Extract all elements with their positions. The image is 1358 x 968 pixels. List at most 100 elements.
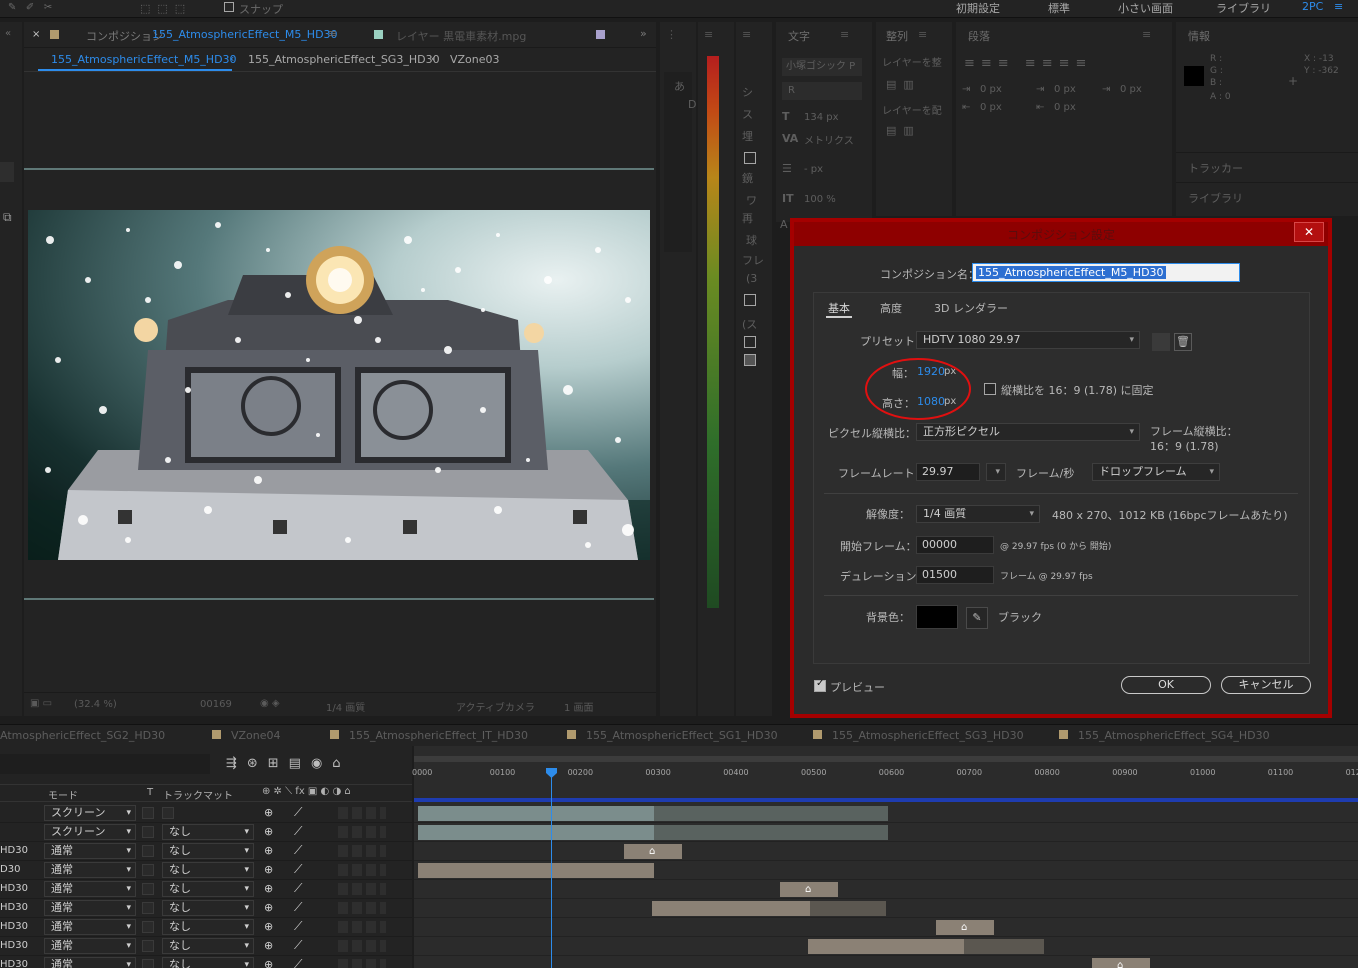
ok-button[interactable]: OK [1121, 676, 1211, 694]
framerate-dropdown[interactable]: ▾ [986, 463, 1006, 481]
delete-preset-icon[interactable]: 🗑 [1174, 333, 1192, 351]
views-select[interactable]: 1 画面 [564, 699, 594, 714]
bg-color-swatch[interactable] [916, 605, 958, 629]
blend-mode-select[interactable]: 通常 ▾ [44, 900, 136, 916]
blend-mode-select[interactable]: 通常 ▾ [44, 843, 136, 859]
workspace-small[interactable]: 小さい画面 [1118, 0, 1173, 16]
cancel-button[interactable]: キャンセル [1221, 676, 1311, 694]
time-ruler[interactable]: 0000 00100 00200 00300 00400 00500 00600 00700 0… [412, 746, 1358, 784]
indent-first-value[interactable]: 0 px [1120, 84, 1142, 95]
more-tabs-icon[interactable]: » [640, 27, 647, 40]
shy-icon[interactable]: ⊕ [264, 863, 273, 876]
workspace-library[interactable]: ライブラリ [1216, 0, 1271, 16]
start-frame-input[interactable]: 00000 [916, 536, 994, 554]
layer-row[interactable]: HD30 通常 ▾ なし ▾ ⊕ ⟋ [0, 937, 412, 956]
trackmatte-select[interactable]: なし ▾ [162, 824, 254, 840]
zoom-value[interactable]: (32.4 %) [74, 699, 117, 710]
trackmatte-select[interactable]: なし ▾ [162, 843, 254, 859]
layer-row[interactable]: HD30 通常 ▾ なし ▾ ⊕ ⟋ [0, 956, 412, 968]
quality-icon[interactable]: ⟋ [294, 957, 302, 968]
quality-icon[interactable]: ⟋ [294, 881, 302, 896]
duration-input[interactable]: 01500 [916, 566, 994, 584]
switch-boxes[interactable] [338, 959, 386, 968]
distribute-buttons[interactable]: ▤ ▥ [886, 124, 914, 137]
layer-row[interactable]: HD30 通常 ▾ なし ▾ ⊕ ⟋ [0, 899, 412, 918]
layer-bar[interactable] [810, 901, 886, 916]
keyframe-icon[interactable]: ⌂ [961, 922, 967, 933]
trackmatte-select[interactable]: なし ▾ [162, 919, 254, 935]
preset-select[interactable]: HDTV 1080 29.97 ▾ [916, 331, 1140, 349]
shy-icon[interactable]: ⊕ [264, 939, 273, 952]
timeline-switch-icons[interactable]: ⇶⊛⊞▤◉⌂ [226, 756, 351, 771]
switch-boxes[interactable] [338, 921, 386, 933]
effects-menu-icon[interactable]: ≡ [742, 28, 751, 41]
switch-boxes[interactable] [338, 807, 386, 819]
layer-bar[interactable] [654, 825, 888, 840]
pixel-aspect-select[interactable]: 正方形ピクセル ▾ [916, 423, 1140, 441]
keyframe-icon[interactable]: ⌂ [649, 846, 655, 857]
quality-icon[interactable]: ⟋ [294, 862, 302, 877]
layer-search-input[interactable] [0, 754, 210, 774]
resolution-select[interactable]: 1/4 画質 [326, 699, 365, 714]
camera-select[interactable]: アクティブカメラ [456, 699, 535, 714]
effects-checkbox-3[interactable] [744, 336, 756, 348]
layer-bar[interactable]: ⌂ [936, 920, 994, 935]
tab-3d-renderer[interactable]: 3D レンダラー [934, 300, 1008, 316]
shy-icon[interactable]: ⊕ [264, 882, 273, 895]
blend-mode-select[interactable]: 通常 ▾ [44, 957, 136, 968]
timeline-graph[interactable]: 0000 00100 00200 00300 00400 00500 00600 00700 0… [412, 746, 1358, 968]
timeline-tab-6[interactable]: 155_AtmosphericEffect_SG4_HD30 [1059, 729, 1270, 742]
workspace-standard[interactable]: 標準 [1048, 0, 1070, 16]
layer-bar[interactable] [652, 901, 810, 916]
switch-boxes[interactable] [338, 940, 386, 952]
resolution-select[interactable]: 1/4 画質 ▾ [916, 505, 1040, 523]
side-tab[interactable] [0, 162, 14, 182]
layer-bar[interactable] [808, 939, 964, 954]
quality-icon[interactable]: ⟋ [294, 938, 302, 953]
font-size-value[interactable]: 134 px [804, 112, 839, 123]
preserve-transparency-box[interactable] [142, 902, 154, 914]
hierarchy-icon[interactable]: ⧉ [3, 210, 12, 225]
blend-mode-select[interactable]: 通常 ▾ [44, 862, 136, 878]
blend-mode-select[interactable]: 通常 ▾ [44, 938, 136, 954]
paragraph-menu-icon[interactable]: ≡ [1142, 28, 1151, 41]
space-before-value[interactable]: 0 px [1054, 84, 1076, 95]
tab-menu-icon[interactable]: ≡ [328, 27, 337, 40]
layer-bar[interactable]: ⌂ [780, 882, 838, 897]
indent-right-value[interactable]: 0 px [980, 102, 1002, 113]
trackmatte-select[interactable]: なし ▾ [162, 900, 254, 916]
trackmatte-select[interactable]: なし ▾ [162, 938, 254, 954]
keyframe-icon[interactable]: ⌂ [1117, 960, 1123, 968]
indent-left-value[interactable]: 0 px [980, 84, 1002, 95]
effects-checkbox-2[interactable] [744, 294, 756, 306]
expand-icon[interactable]: « [5, 28, 11, 39]
panel-menu-icon[interactable]: ⋮ [666, 28, 677, 41]
snap-checkbox[interactable] [224, 2, 234, 12]
save-preset-icon[interactable] [1152, 333, 1170, 351]
effects-checkbox-4[interactable] [744, 354, 756, 366]
layer-tab-name[interactable]: レイヤー 黒電車素材.mpg [396, 28, 526, 44]
layer-bar[interactable] [964, 939, 1044, 954]
switch-boxes[interactable] [338, 864, 386, 876]
space-after-value[interactable]: 0 px [1054, 102, 1076, 113]
quality-icon[interactable]: ⟋ [294, 900, 302, 915]
meter-menu-icon[interactable]: ≡ [704, 28, 713, 41]
quality-icon[interactable]: ⟋ [294, 805, 302, 820]
font-style-select[interactable]: R [782, 82, 862, 100]
preserve-transparency-box[interactable] [142, 845, 154, 857]
layer-row[interactable]: D30 通常 ▾ なし ▾ ⊕ ⟋ [0, 861, 412, 880]
footer-icons[interactable]: ▣ ▭ [30, 698, 52, 709]
comp-tab-name[interactable]: 155_AtmosphericEffect_M5_HD30 [152, 28, 338, 41]
timeline-tab-3[interactable]: 155_AtmosphericEffect_IT_HD30 [330, 729, 528, 742]
layer-bar[interactable]: ⌂ [624, 844, 682, 859]
character-menu-icon[interactable]: ≡ [840, 28, 849, 41]
effects-checkbox-1[interactable] [744, 152, 756, 164]
switch-boxes[interactable] [338, 845, 386, 857]
shy-icon[interactable]: ⊕ [264, 825, 273, 838]
preserve-transparency-box[interactable] [142, 807, 154, 819]
preserve-transparency-box[interactable] [142, 940, 154, 952]
preview-checkbox[interactable] [814, 678, 826, 692]
workspace-2pc[interactable]: 2PC [1302, 0, 1323, 13]
shy-icon[interactable]: ⊕ [264, 806, 273, 819]
drop-frame-select[interactable]: ドロップフレーム ▾ [1092, 463, 1220, 481]
